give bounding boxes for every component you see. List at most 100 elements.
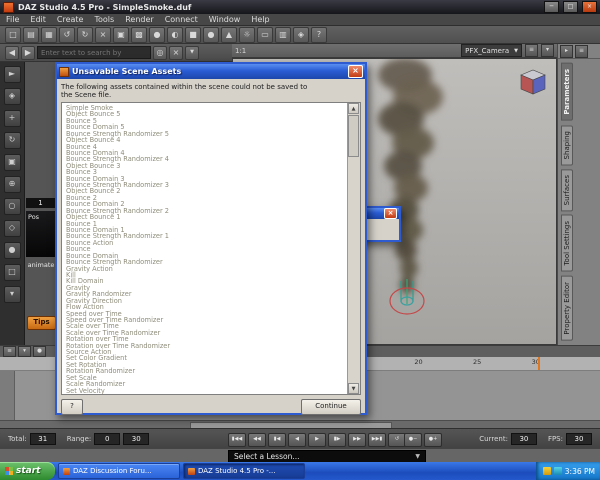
add-key-button[interactable]: ●+	[424, 433, 442, 447]
range-start-field[interactable]: 0	[94, 433, 121, 445]
menu-item[interactable]: Window	[209, 15, 241, 24]
total-value-field[interactable]: 31	[29, 433, 56, 445]
close-icon[interactable]: ×	[348, 65, 363, 78]
universal-tool-icon[interactable]: ⊕	[3, 176, 21, 193]
menu-item[interactable]: Render	[125, 15, 153, 24]
help-icon[interactable]: ?	[311, 26, 327, 43]
start-button[interactable]: start	[0, 462, 55, 480]
menu-item[interactable]: File	[6, 15, 19, 24]
playhead-marker[interactable]	[538, 357, 540, 370]
play-reverse-button[interactable]: ◀	[288, 433, 306, 447]
dock-tab[interactable]: Parameters	[561, 63, 573, 121]
search-toolbar: ◀ ▶ ◎ × ▼	[0, 44, 232, 62]
open-scene-icon[interactable]: ▤	[23, 26, 39, 43]
asset-list-item[interactable]: Set Velocity	[66, 387, 360, 394]
primitive-sphere-icon[interactable]: ●	[203, 26, 219, 43]
menu-item[interactable]: Tools	[94, 15, 114, 24]
step-back-button[interactable]: ▮◀	[268, 433, 286, 447]
taskbar-task-button[interactable]: DAZ Studio 4.5 Pro -...	[183, 463, 305, 479]
product-thumbnail[interactable]: Pos	[26, 211, 55, 257]
close-button[interactable]: ×	[582, 1, 597, 13]
asset-list[interactable]: Simple Smoke Object Bounce 5 Bounce 5 Bounc…	[61, 102, 361, 395]
viewport-options-icon[interactable]: ≡	[525, 44, 538, 57]
dialog-titlebar[interactable]: Unsavable Scene Assets ×	[57, 64, 365, 79]
cut-icon[interactable]: ×	[95, 26, 111, 43]
security-shield-icon[interactable]	[542, 467, 551, 475]
current-label: Current:	[479, 435, 508, 443]
search-filter-icon[interactable]: ▼	[185, 45, 199, 60]
dialog-title: Unsavable Scene Assets	[72, 67, 182, 76]
render-icon[interactable]: ●	[149, 26, 165, 43]
scene-info-icon[interactable]: ◈	[293, 26, 309, 43]
nav-forward-icon[interactable]: ▶	[21, 45, 35, 60]
camera-pan-icon[interactable]: ◇	[3, 220, 21, 237]
dock-tab[interactable]: Tool Settings	[561, 215, 573, 272]
minimize-button[interactable]: ─	[544, 1, 559, 13]
camera-dolly-icon[interactable]: ●	[3, 242, 21, 259]
dock-expand-icon[interactable]: ▸	[560, 44, 573, 58]
new-scene-icon[interactable]: □	[5, 26, 21, 43]
current-frame-field[interactable]: 30	[510, 433, 537, 445]
translate-tool-icon[interactable]: +	[3, 110, 21, 127]
primitive-cube-icon[interactable]: ■	[185, 26, 201, 43]
timeline-scrollbar[interactable]	[0, 420, 600, 429]
tips-button[interactable]: Tips	[27, 316, 56, 330]
go-to-end-button[interactable]: ▶▶▮	[368, 433, 386, 447]
primitive-cone-icon[interactable]: ▲	[221, 26, 237, 43]
rotate-tool-icon[interactable]: ↻	[3, 132, 21, 149]
camera-orbit-icon[interactable]: ○	[3, 198, 21, 215]
asset-list-scrollbar[interactable]: ▲ ▼	[347, 103, 360, 394]
create-light-icon[interactable]: ☼	[239, 26, 255, 43]
paste-icon[interactable]: ▩	[131, 26, 147, 43]
nav-back-icon[interactable]: ◀	[5, 45, 19, 60]
scroll-up-icon[interactable]: ▲	[348, 103, 359, 114]
timeline-key-icon[interactable]: ●	[33, 346, 46, 357]
taskbar-task-button[interactable]: DAZ Discussion Foru...	[58, 463, 180, 479]
dock-tab[interactable]: Property Editor	[561, 275, 573, 341]
node-select-tool-icon[interactable]: ►	[3, 66, 21, 83]
frame-view-icon[interactable]: □	[3, 264, 21, 281]
aux-viewport-icon[interactable]: ▥	[275, 26, 291, 43]
previous-key-button[interactable]: ◀◀	[248, 433, 266, 447]
continue-button[interactable]: Continue	[301, 399, 361, 415]
dock-tab[interactable]: Surfaces	[561, 169, 573, 212]
next-key-button[interactable]: ▶▶	[348, 433, 366, 447]
search-icon[interactable]: ◎	[153, 45, 167, 60]
save-scene-icon[interactable]: ▦	[41, 26, 57, 43]
camera-selector-dropdown[interactable]: PFX_Camera ▼	[461, 44, 522, 57]
render-settings-icon[interactable]: ◐	[167, 26, 183, 43]
tray-app-icon[interactable]	[553, 467, 562, 475]
dock-tab[interactable]: Shaping	[561, 124, 573, 166]
help-button[interactable]: ?	[61, 399, 83, 415]
range-end-field[interactable]: 30	[123, 433, 150, 445]
redo-icon[interactable]: ↻	[77, 26, 93, 43]
viewport-menu-icon[interactable]: ▾	[541, 44, 554, 57]
search-input[interactable]	[37, 46, 151, 59]
tool-menu-icon[interactable]: ▾	[3, 286, 21, 303]
scale-tool-icon[interactable]: ▣	[3, 154, 21, 171]
menu-item[interactable]: Help	[251, 15, 269, 24]
timeline-menu-icon[interactable]: ≡	[3, 346, 16, 357]
clear-search-icon[interactable]: ×	[169, 45, 183, 60]
fps-field[interactable]: 30	[566, 433, 592, 445]
menu-item[interactable]: Connect	[165, 15, 198, 24]
menu-item[interactable]: Create	[57, 15, 84, 24]
go-to-start-button[interactable]: ▮◀◀	[228, 433, 246, 447]
menu-bar: File Edit Create Tools Render Connect Window He…	[0, 14, 600, 26]
dock-menu-icon[interactable]: ≡	[575, 44, 588, 58]
copy-icon[interactable]: ▣	[113, 26, 129, 43]
step-forward-button[interactable]: ▮▶	[328, 433, 346, 447]
scroll-down-icon[interactable]: ▼	[348, 383, 359, 394]
frame-info-group: Current: 30 FPS: 30	[479, 433, 592, 445]
play-button[interactable]: ▶	[308, 433, 326, 447]
scroll-thumb[interactable]	[348, 115, 359, 157]
timeline-options-icon[interactable]: ▾	[18, 346, 31, 357]
create-camera-icon[interactable]: ▭	[257, 26, 273, 43]
menu-item[interactable]: Edit	[30, 15, 46, 24]
delete-key-button[interactable]: ●−	[404, 433, 422, 447]
viewport-header: 1:1 PFX_Camera ▼ ≡ ▾	[232, 44, 557, 58]
surface-select-tool-icon[interactable]: ◈	[3, 88, 21, 105]
maximize-button[interactable]: □	[563, 1, 578, 13]
undo-icon[interactable]: ↺	[59, 26, 75, 43]
close-icon[interactable]: ×	[384, 208, 397, 219]
